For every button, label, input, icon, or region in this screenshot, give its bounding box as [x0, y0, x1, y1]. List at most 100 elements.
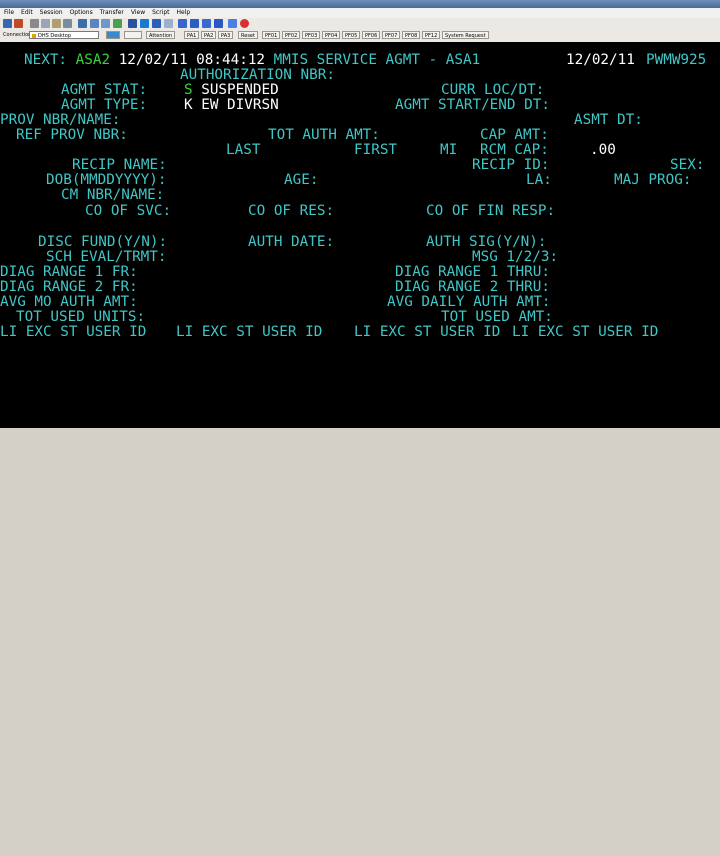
new-session-icon[interactable]: [3, 19, 12, 28]
key-toolbar: Connections DHS Desktop Attention PA1 PA…: [0, 29, 720, 43]
print-icon[interactable]: [63, 19, 72, 28]
curr-loc-label: CURR LOC/DT:: [441, 82, 545, 98]
session-name: DHS Desktop: [38, 33, 71, 39]
font-icon[interactable]: [190, 19, 199, 28]
cap-amt-label: CAP AMT:: [480, 127, 549, 143]
recip-id-label: RECIP ID:: [472, 157, 550, 173]
mi-label: MI: [440, 142, 458, 158]
tot-used-units-label: TOT USED UNITS:: [16, 309, 146, 325]
color-icon[interactable]: [178, 19, 187, 28]
terminal-screen[interactable]: NEXT: ASA2 12/02/11 08:44:12 MMIS SERVIC…: [0, 42, 720, 428]
tools-icon[interactable]: [124, 31, 142, 39]
sex-label: SEX:: [670, 157, 705, 173]
cut-icon[interactable]: [30, 19, 39, 28]
cm-nbr-name-label: CM NBR/NAME:: [61, 187, 165, 203]
paste-icon[interactable]: [52, 19, 61, 28]
msg-label: MSG 1/2/3:: [472, 249, 559, 265]
co-of-res-label: CO OF RES:: [248, 203, 335, 219]
pf01-button[interactable]: PF01: [262, 31, 281, 39]
prov-nbr-name-label: PROV NBR/NAME:: [0, 112, 121, 128]
next-label: NEXT:: [24, 52, 68, 68]
sch-eval-label: SCH EVAL/TRMT:: [46, 249, 167, 265]
keyboard-map-icon[interactable]: [128, 19, 137, 28]
agmt-stat-value: SUSPENDED: [201, 82, 279, 98]
agmt-start-end-label: AGMT START/END DT:: [395, 97, 550, 113]
pa2-button[interactable]: PA2: [201, 31, 217, 39]
tot-used-amt-label: TOT USED AMT:: [441, 309, 553, 325]
play-icon[interactable]: [214, 19, 223, 28]
layout-icon[interactable]: [202, 19, 211, 28]
menu-options[interactable]: Options: [70, 9, 93, 16]
rcm-cap-value[interactable]: .00: [590, 142, 616, 158]
last-name-label: LAST: [226, 142, 261, 158]
header-date-right: 12/02/11: [566, 52, 635, 68]
menu-transfer[interactable]: Transfer: [100, 9, 124, 16]
globe-icon[interactable]: [106, 31, 120, 39]
agmt-stat-label: AGMT STAT:: [61, 82, 148, 98]
pf02-button[interactable]: PF02: [282, 31, 301, 39]
recip-name-label: RECIP NAME:: [72, 157, 167, 173]
header-datetime: 12/02/11 08:44:12: [118, 52, 266, 68]
terminal-id: PWMW925: [646, 52, 707, 68]
transfer-icon[interactable]: [90, 19, 99, 28]
agmt-stat-code: S: [184, 82, 193, 98]
settings-icon[interactable]: [164, 19, 173, 28]
next-command-field[interactable]: ASA2: [76, 52, 110, 68]
co-of-fin-resp-label: CO OF FIN RESP:: [426, 203, 556, 219]
avg-daily-auth-amt-label: AVG DAILY AUTH AMT:: [387, 294, 551, 310]
la-label: LA:: [526, 172, 552, 188]
rcm-cap-label: RCM CAP:: [480, 142, 549, 158]
maj-prog-label: MAJ PROG:: [614, 172, 692, 188]
li-exc-header-4: LI EXC ST USER ID: [512, 324, 659, 340]
display-icon[interactable]: [140, 19, 149, 28]
menu-file[interactable]: File: [4, 9, 14, 16]
menu-edit[interactable]: Edit: [21, 9, 33, 16]
asmt-dt-label: ASMT DT:: [574, 112, 643, 128]
li-exc-header-1: LI EXC ST USER ID: [0, 324, 147, 340]
system-request-button[interactable]: System Request: [442, 31, 489, 39]
pf04-button[interactable]: PF04: [322, 31, 341, 39]
pa3-button[interactable]: PA3: [218, 31, 234, 39]
header-row: NEXT: ASA2 12/02/11 08:44:12 MMIS SERVIC…: [24, 52, 480, 68]
authorization-nbr-label: AUTHORIZATION NBR:: [180, 67, 335, 83]
ref-prov-nbr-label: REF PROV NBR:: [16, 127, 128, 143]
tot-auth-amt-label: TOT AUTH AMT:: [268, 127, 380, 143]
pf07-button[interactable]: PF07: [382, 31, 401, 39]
stop-icon[interactable]: [240, 19, 249, 28]
reset-button[interactable]: Reset: [238, 31, 258, 39]
agmt-type-value[interactable]: K EW DIVRSN: [184, 97, 279, 113]
pf05-button[interactable]: PF05: [342, 31, 361, 39]
avg-mo-auth-amt-label: AVG MO AUTH AMT:: [0, 294, 138, 310]
session-selector[interactable]: DHS Desktop: [29, 31, 99, 39]
macro-icon[interactable]: [113, 19, 122, 28]
first-name-label: FIRST: [354, 142, 398, 158]
agmt-stat-field[interactable]: S SUSPENDED: [184, 82, 279, 98]
pa1-button[interactable]: PA1: [184, 31, 200, 39]
disc-fund-label: DISC FUND(Y/N):: [38, 234, 168, 250]
li-exc-header-2: LI EXC ST USER ID: [176, 324, 323, 340]
auth-sig-label: AUTH SIG(Y/N):: [426, 234, 547, 250]
window-title-bar: [0, 0, 720, 8]
diag-range1-fr-label: DIAG RANGE 1 FR:: [0, 264, 138, 280]
session-icon: [32, 33, 36, 38]
pf03-button[interactable]: PF03: [302, 31, 321, 39]
help-icon[interactable]: [228, 19, 237, 28]
diag-range2-fr-label: DIAG RANGE 2 FR:: [0, 279, 138, 295]
menu-help[interactable]: Help: [177, 9, 191, 16]
copy-icon[interactable]: [41, 19, 50, 28]
age-label: AGE:: [284, 172, 319, 188]
diag-range2-thru-label: DIAG RANGE 2 THRU:: [395, 279, 550, 295]
record-icon[interactable]: [152, 19, 161, 28]
menu-script[interactable]: Script: [152, 9, 169, 16]
screen-capture-icon[interactable]: [78, 19, 87, 28]
pf06-button[interactable]: PF06: [362, 31, 381, 39]
receive-icon[interactable]: [101, 19, 110, 28]
auth-date-label: AUTH DATE:: [248, 234, 335, 250]
menu-view[interactable]: View: [131, 9, 145, 16]
open-session-icon[interactable]: [14, 19, 23, 28]
menu-session[interactable]: Session: [40, 9, 63, 16]
attention-button[interactable]: Attention: [146, 31, 176, 39]
pf12-button[interactable]: PF12: [422, 31, 441, 39]
dob-label: DOB(MMDDYYYY):: [46, 172, 167, 188]
pf08-button[interactable]: PF08: [402, 31, 421, 39]
